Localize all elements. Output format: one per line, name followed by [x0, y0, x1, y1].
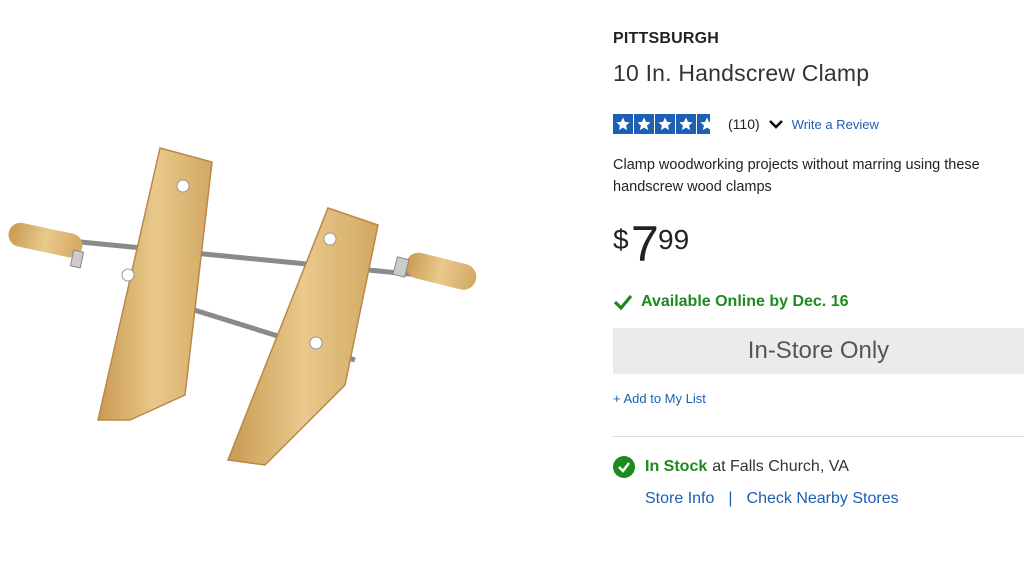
in-stock-label: In Stock: [645, 458, 708, 475]
price-currency: $: [613, 224, 629, 255]
availability-status: Available Online by Dec. 16: [613, 293, 849, 311]
product-title: 10 In. Handscrew Clamp: [613, 60, 870, 86]
divider: [613, 436, 1024, 437]
product-image[interactable]: [0, 120, 500, 490]
chevron-down-icon[interactable]: [768, 116, 784, 132]
price-cents: 99: [658, 224, 690, 255]
star-rating[interactable]: [613, 114, 718, 134]
add-to-list-link[interactable]: + Add to My List: [613, 391, 706, 406]
check-circle-icon: [613, 456, 635, 478]
in-store-only-button[interactable]: In-Store Only: [613, 328, 1024, 374]
check-nearby-stores-link[interactable]: Check Nearby Stores: [747, 490, 899, 508]
store-links: Store Info | Check Nearby Stores: [645, 490, 899, 508]
rating-row: (110) Write a Review: [613, 114, 879, 134]
star-icon: [613, 114, 633, 134]
star-half-icon: [697, 114, 717, 134]
stock-status: In Stock at Falls Church, VA: [613, 456, 849, 478]
brand-name[interactable]: PITTSBURGH: [613, 30, 719, 48]
review-count[interactable]: (110): [728, 116, 760, 132]
price-dollars: 7: [631, 216, 659, 272]
link-separator: |: [728, 490, 733, 507]
store-location: at Falls Church, VA: [712, 458, 849, 475]
store-info-link[interactable]: Store Info: [645, 490, 714, 508]
write-review-link[interactable]: Write a Review: [792, 117, 879, 132]
availability-text: Available Online by Dec. 16: [641, 293, 849, 310]
handscrew-clamp-image: [8, 147, 477, 466]
star-icon: [634, 114, 654, 134]
star-icon: [655, 114, 675, 134]
product-description: Clamp woodworking projects without marri…: [613, 157, 980, 195]
star-icon: [676, 114, 696, 134]
checkmark-icon: [613, 294, 633, 311]
